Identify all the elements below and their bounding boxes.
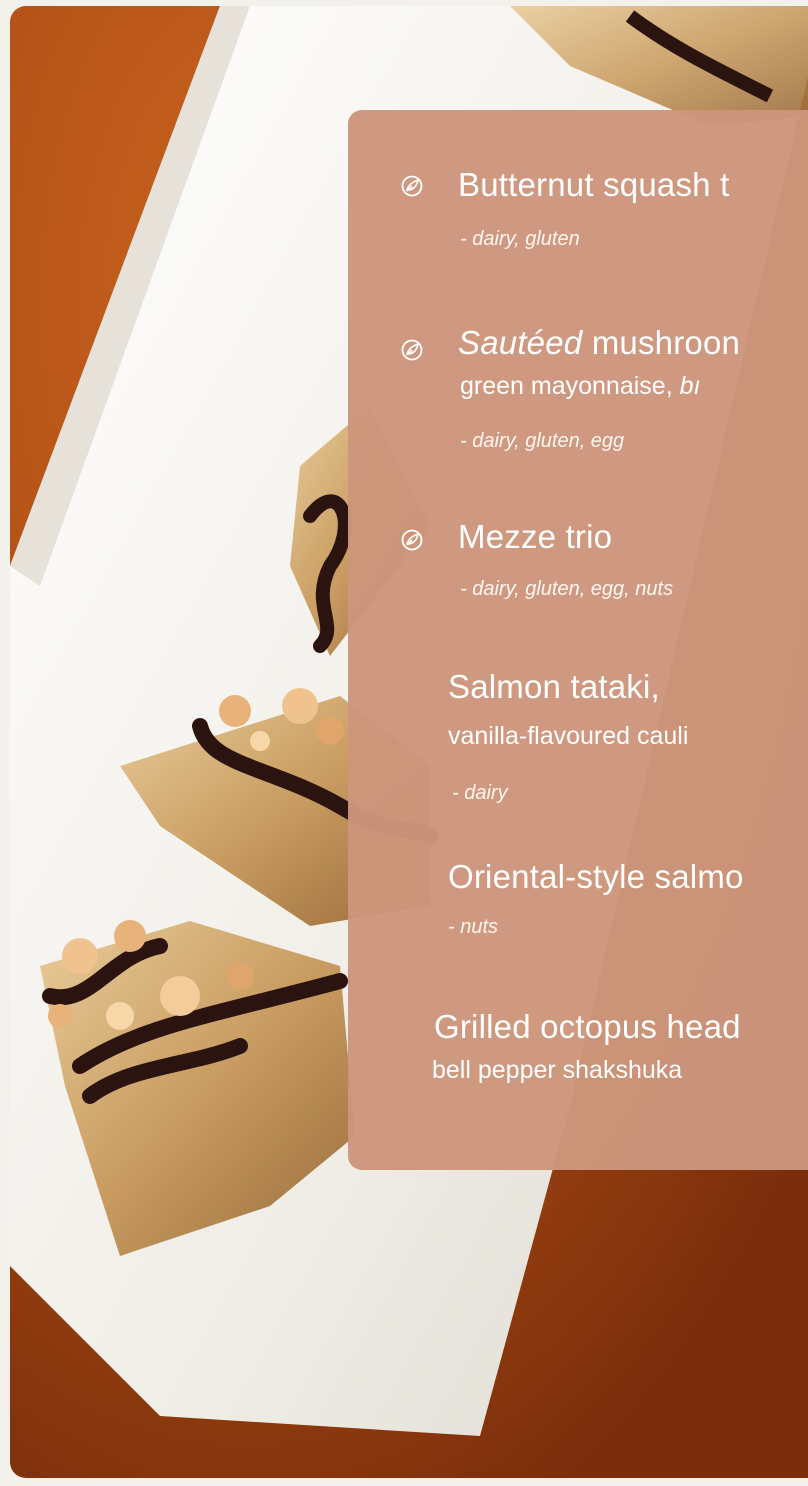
vegetarian-leaf-icon	[401, 175, 423, 197]
menu-item-allergens: - dairy	[452, 782, 508, 804]
menu-item-title-italic: Sautéed	[458, 324, 583, 361]
menu-item-description: vanilla-flavoured cauli	[448, 722, 689, 750]
menu-item-description-italic: bı	[679, 372, 701, 400]
menu-item-allergens: - dairy, gluten	[460, 228, 580, 250]
vegetarian-leaf-icon	[401, 529, 423, 551]
menu-card: Butternut squash t - dairy, gluten Sauté…	[348, 110, 808, 1170]
menu-item-title: Sautéed mushroon	[458, 324, 740, 362]
vegetarian-leaf-icon	[401, 339, 423, 361]
menu-item-allergens: - nuts	[448, 916, 499, 938]
menu-item-title-rest: mushroon	[582, 324, 741, 361]
menu-item-title: Butternut squash t	[458, 166, 730, 203]
menu-item-description: bell pepper shakshuka	[432, 1056, 683, 1084]
menu-item-description: green mayonnaise, bı	[460, 372, 700, 401]
menu-item-title: Oriental-style salmo	[448, 858, 744, 895]
menu-item-title: Salmon tataki,	[448, 668, 660, 705]
hero-image-frame: Butternut squash t - dairy, gluten Sauté…	[10, 6, 808, 1478]
menu-item-description-plain: green mayonnaise,	[460, 372, 680, 400]
menu-item-allergens: - dairy, gluten, egg, nuts	[460, 578, 674, 600]
menu-item-title: Mezze trio	[458, 518, 613, 555]
menu-item-title: Grilled octopus head	[434, 1008, 741, 1045]
menu-item-allergens: - dairy, gluten, egg	[460, 430, 625, 452]
